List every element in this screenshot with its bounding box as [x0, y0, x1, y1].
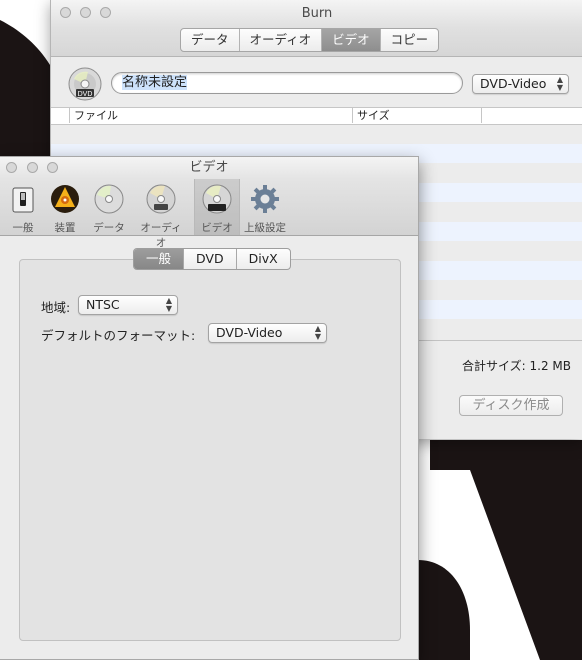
prefs-title-bar: ビデオ — [0, 157, 418, 179]
minimize-icon[interactable] — [80, 7, 91, 18]
column-blank — [481, 108, 576, 123]
prefs-title: ビデオ — [189, 160, 229, 175]
close-icon[interactable] — [60, 7, 71, 18]
select-arrows-icon: ▲ ▼ — [556, 75, 563, 92]
minimize-icon[interactable] — [27, 162, 38, 173]
video-preferences-window: ビデオ 一般 装置 データ オーディオ ビデオ 上級設定 一般 DVD DivX… — [0, 156, 419, 660]
toolbar-item-data[interactable]: データ — [86, 183, 132, 235]
toolbar-item-video[interactable]: ビデオ — [194, 179, 240, 235]
close-icon[interactable] — [6, 162, 17, 173]
default-format-label: デフォルトのフォーマット: — [41, 328, 196, 343]
audio-disc-icon — [146, 184, 176, 214]
main-title-bar: Burn — [51, 0, 582, 28]
prefs-toolbar: 一般 装置 データ オーディオ ビデオ 上級設定 — [0, 179, 418, 249]
settings-group-box — [19, 259, 401, 641]
main-toolbar: データ オーディオ ビデオ コピー — [51, 28, 582, 57]
toolbar-item-advanced[interactable]: 上級設定 — [242, 183, 288, 235]
gear-icon — [251, 185, 279, 213]
dvd-disc-icon — [202, 184, 232, 214]
format-select[interactable]: DVD-Video ▲ ▼ — [472, 74, 569, 94]
prefs-tabs: 一般 DVD DivX — [133, 248, 291, 270]
select-arrows-icon: ▲ ▼ — [314, 324, 321, 341]
tab-divx[interactable]: DivX — [237, 249, 290, 269]
tab-video[interactable]: ビデオ — [322, 29, 381, 51]
tab-general[interactable]: 一般 — [134, 249, 185, 269]
list-item — [51, 124, 582, 144]
total-size: 合計サイズ: 1.2 MB — [462, 359, 571, 373]
tab-copy[interactable]: コピー — [381, 29, 439, 51]
tab-dvd[interactable]: DVD — [184, 249, 237, 269]
file-table-header: ファイル サイズ — [51, 107, 582, 125]
region-select[interactable]: NTSC ▲ ▼ — [78, 295, 178, 315]
dvd-disc-icon: DVD — [68, 67, 102, 101]
tab-audio[interactable]: オーディオ — [240, 29, 323, 51]
region-label: 地域: — [41, 300, 71, 315]
burn-device-icon — [51, 185, 79, 213]
column-file[interactable]: ファイル — [69, 108, 354, 123]
toolbar-item-general[interactable]: 一般 — [0, 183, 46, 235]
select-arrows-icon: ▲ ▼ — [165, 296, 172, 313]
disc-name-input[interactable]: 名称未設定 — [111, 72, 463, 94]
switch-icon — [12, 187, 34, 213]
default-format-select[interactable]: DVD-Video ▲ ▼ — [208, 323, 327, 343]
data-disc-icon — [94, 184, 124, 214]
toolbar-item-device[interactable]: 装置 — [42, 183, 88, 235]
mode-tabs: データ オーディオ ビデオ コピー — [180, 28, 440, 52]
toolbar-item-audio[interactable]: オーディオ — [138, 183, 184, 250]
zoom-icon[interactable] — [47, 162, 58, 173]
tab-data[interactable]: データ — [181, 29, 240, 51]
column-size[interactable]: サイズ — [352, 108, 485, 123]
create-disc-button[interactable]: ディスク作成 — [459, 395, 563, 416]
disc-name-row: DVD 名称未設定 DVD-Video ▲ ▼ — [51, 62, 582, 106]
svg-text:DVD: DVD — [78, 91, 93, 98]
window-title: Burn — [301, 6, 333, 21]
zoom-icon[interactable] — [100, 7, 111, 18]
